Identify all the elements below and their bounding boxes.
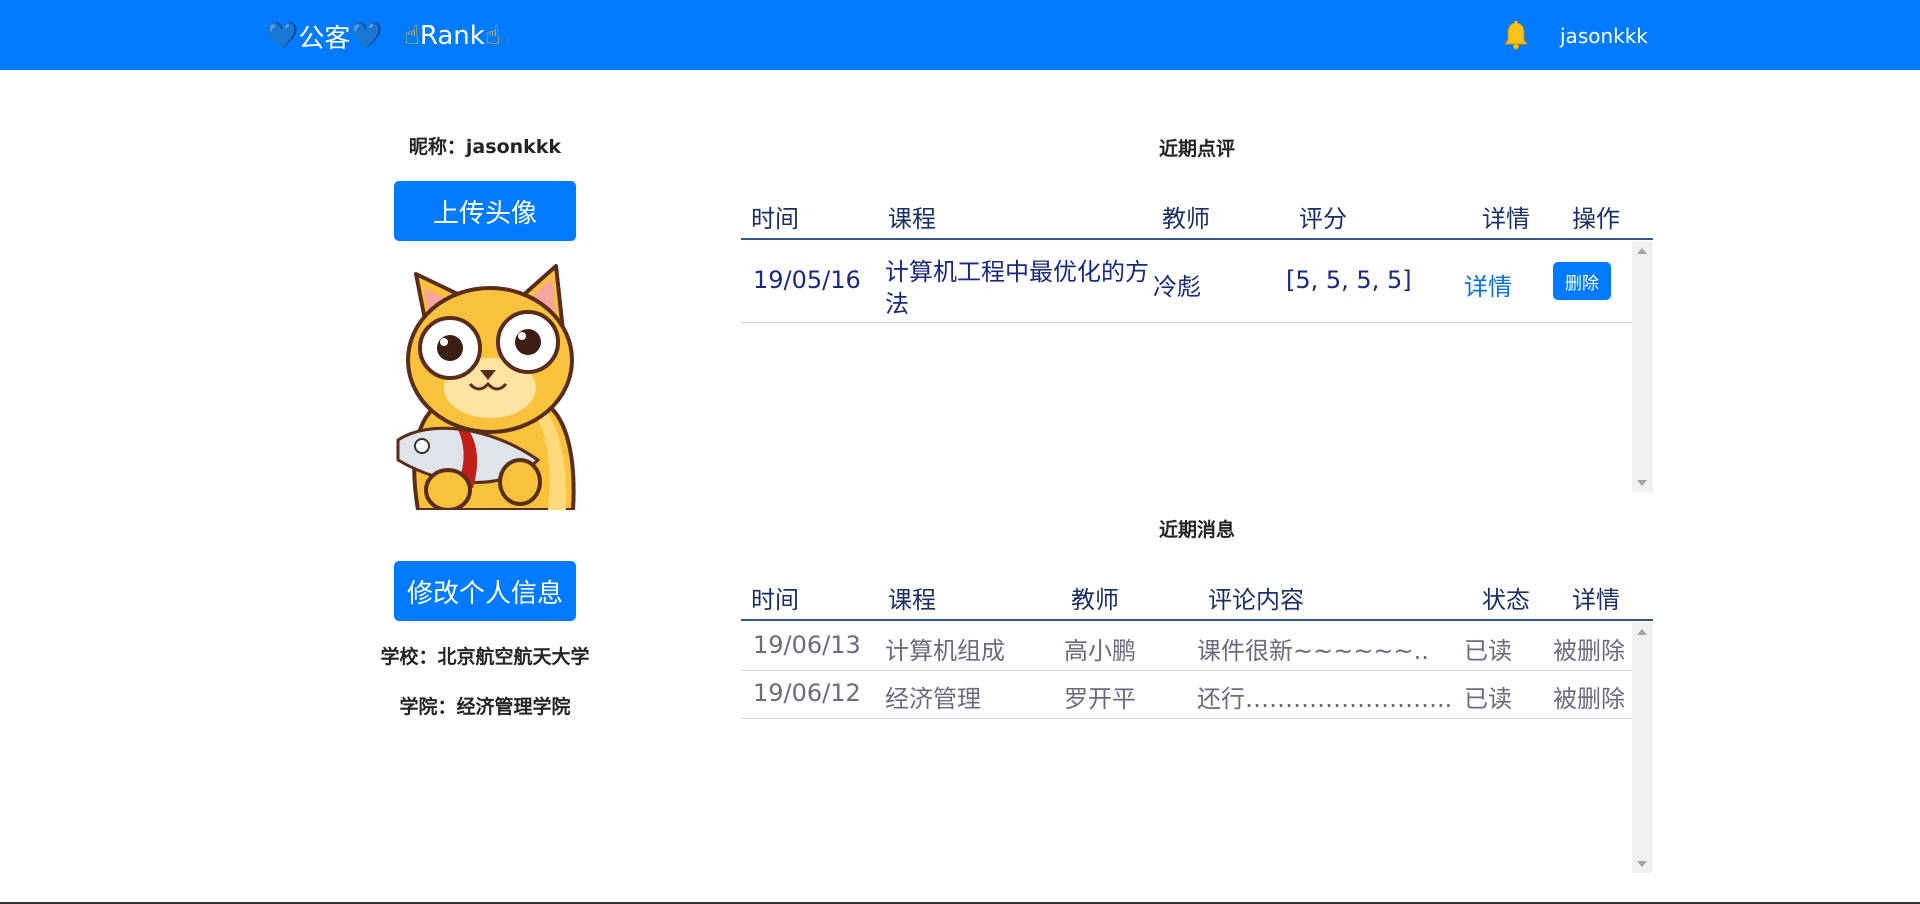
header-course: 课程: [888, 205, 936, 233]
pointing-hand-icon: ☝: [404, 21, 420, 51]
scroll-down-arrow-icon[interactable]: [1637, 861, 1647, 867]
review-course-line2: 法: [885, 290, 909, 318]
review-date: 19/05/16: [753, 266, 861, 294]
message-teacher: 高小鹏: [1064, 637, 1136, 665]
messages-scrollbar[interactable]: [1632, 623, 1653, 873]
brand-home-link[interactable]: 💙 公客 💙: [266, 16, 383, 56]
table-row: 19/06/12 经济管理 罗开平 还行…………………….. 已读 被删除: [741, 671, 1632, 719]
reviews-scrollbar[interactable]: [1632, 242, 1653, 492]
delete-review-button[interactable]: 删除: [1553, 262, 1611, 300]
header-time: 时间: [751, 586, 799, 614]
header-detail: 详情: [1572, 586, 1620, 614]
message-content: 课件很新~~~~~~..: [1197, 637, 1429, 665]
header-teacher: 教师: [1162, 205, 1210, 233]
header-teacher: 教师: [1071, 586, 1119, 614]
messages-table-body: 19/06/13 计算机组成 高小鹏 课件很新~~~~~~.. 已读 被删除 1…: [741, 623, 1653, 873]
reviews-table-header: 时间 课程 教师 评分 详情 操作: [741, 186, 1653, 240]
message-detail: 被删除: [1553, 685, 1625, 713]
messages-title: 近期消息: [1158, 519, 1235, 541]
top-navbar: 💙 公客 💙 ☝ Rank ☝ jasonkkk: [0, 0, 1920, 70]
table-row: 19/05/16 计算机工程中最优化的方 法 冷彪 [5, 5, 5, 5] 详…: [741, 242, 1632, 323]
header-action: 操作: [1572, 205, 1620, 233]
heart-icon: 💙: [350, 21, 383, 51]
review-course-line1: 计算机工程中最优化的方: [885, 258, 1149, 286]
college-label: 学院：经济管理学院: [399, 696, 571, 718]
message-date: 19/06/13: [753, 631, 861, 659]
bell-icon[interactable]: [1502, 20, 1530, 50]
review-teacher: 冷彪: [1153, 273, 1201, 301]
school-label: 学校：北京航空航天大学: [380, 646, 590, 668]
message-course: 计算机组成: [885, 637, 1005, 665]
message-content: 还行……………………..: [1197, 685, 1453, 713]
header-course: 课程: [888, 586, 936, 614]
rank-text: Rank: [419, 21, 485, 51]
header-score: 评分: [1299, 205, 1347, 233]
review-score: [5, 5, 5, 5]: [1286, 266, 1412, 294]
heart-icon: 💙: [266, 21, 299, 51]
nav-username-link[interactable]: jasonkkk: [1560, 22, 1648, 50]
message-course: 经济管理: [885, 685, 981, 713]
edit-profile-button[interactable]: 修改个人信息: [394, 561, 576, 621]
message-status: 已读: [1464, 637, 1512, 665]
message-teacher: 罗开平: [1064, 685, 1136, 713]
message-status: 已读: [1464, 685, 1512, 713]
scroll-up-arrow-icon[interactable]: [1637, 629, 1647, 635]
scroll-down-arrow-icon[interactable]: [1637, 480, 1647, 486]
header-comment: 评论内容: [1208, 586, 1304, 614]
upload-avatar-button[interactable]: 上传头像: [394, 181, 576, 241]
header-time: 时间: [751, 205, 799, 233]
rank-link[interactable]: ☝ Rank ☝: [404, 16, 501, 56]
scroll-up-arrow-icon[interactable]: [1637, 248, 1647, 254]
nickname-label: 昵称：jasonkkk: [408, 136, 562, 158]
header-status: 状态: [1482, 586, 1530, 614]
message-detail: 被删除: [1553, 637, 1625, 665]
table-row: 19/06/13 计算机组成 高小鹏 课件很新~~~~~~.. 已读 被删除: [741, 623, 1632, 671]
reviews-table-body: 19/05/16 计算机工程中最优化的方 法 冷彪 [5, 5, 5, 5] 详…: [741, 242, 1653, 492]
message-date: 19/06/12: [753, 679, 861, 707]
review-detail-link[interactable]: 详情: [1464, 267, 1512, 302]
pointing-hand-icon: ☝: [484, 21, 501, 51]
avatar: [396, 264, 576, 510]
brand-text: 公客: [298, 23, 351, 54]
reviews-title: 近期点评: [1158, 138, 1235, 160]
header-detail: 详情: [1482, 205, 1530, 233]
messages-table-header: 时间 课程 教师 评论内容 状态 详情: [741, 567, 1653, 621]
